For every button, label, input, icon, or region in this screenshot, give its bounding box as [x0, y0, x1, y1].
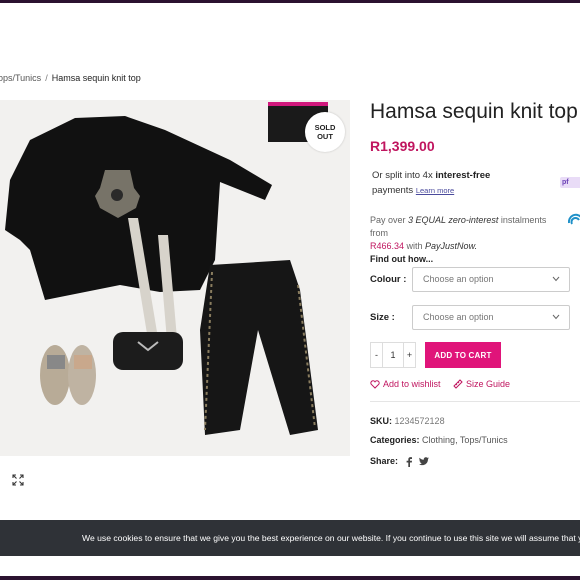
share-label: Share:	[370, 456, 399, 466]
breadcrumb-parent-link[interactable]: ops/Tunics	[0, 73, 41, 83]
expand-icon	[12, 474, 24, 486]
product-image[interactable]	[0, 100, 350, 456]
size-label: Size :	[370, 312, 395, 323]
add-to-cart-button[interactable]: ADD TO CART	[425, 342, 501, 368]
payflex-text-pre: Or split into 4x	[372, 170, 436, 181]
payflex-widget: Or split into 4x interest-free payments …	[372, 168, 562, 198]
payjustnow-logo-icon	[567, 213, 580, 225]
colour-select[interactable]: Choose an option	[412, 267, 570, 292]
size-guide-label: Size Guide	[466, 379, 511, 389]
quantity-plus-button[interactable]: +	[403, 342, 416, 368]
pjn-with: with	[404, 241, 426, 251]
pjn-line1-pre: Pay over	[370, 215, 409, 225]
ruler-icon	[453, 379, 463, 389]
colour-select-value: Choose an option	[423, 274, 494, 284]
bottom-bar	[0, 576, 580, 580]
cookie-notice-bar: We use cookies to ensure that we give yo…	[0, 520, 580, 556]
sold-out-badge: SOLD OUT	[305, 112, 345, 152]
top-bar	[0, 0, 580, 3]
size-select-value: Choose an option	[423, 312, 494, 322]
pjn-amount: R466.34	[370, 241, 405, 251]
add-to-wishlist-link[interactable]: Add to wishlist	[370, 379, 441, 389]
quantity-input[interactable]: 1	[383, 342, 403, 368]
categories-label: Categories:	[370, 435, 420, 445]
payjustnow-widget: Pay over 3 EQUAL zero-interest instalmen…	[370, 214, 565, 266]
product-price: R1,399.00	[370, 138, 435, 154]
size-label-text: Size	[370, 312, 390, 323]
sold-out-line1: SOLD	[314, 123, 336, 132]
share-row: Share:	[370, 456, 429, 467]
colour-label-text: Colour	[370, 274, 401, 285]
sku-row: SKU: 1234572128	[370, 416, 445, 426]
payflex-text-post: payments	[372, 185, 414, 196]
size-select[interactable]: Choose an option	[412, 305, 570, 330]
wishlist-label: Add to wishlist	[383, 379, 441, 389]
twitter-icon[interactable]	[418, 456, 429, 466]
quantity-stepper: - 1 +	[370, 342, 416, 368]
cookie-notice-text: We use cookies to ensure that we give yo…	[82, 533, 580, 543]
pjn-find-out-link[interactable]: Find out how...	[370, 254, 433, 264]
facebook-icon[interactable]	[405, 456, 413, 467]
pjn-line1-italic: 3 EQUAL zero-interest	[408, 215, 499, 225]
breadcrumb: ops/Tunics / Hamsa sequin knit top	[0, 73, 141, 83]
heart-icon	[370, 379, 380, 389]
categories-row: Categories: Clothing, Tops/Tunics	[370, 435, 508, 445]
payflex-text-bold: interest-free	[435, 170, 491, 181]
divider	[370, 401, 580, 402]
colour-label: Colour :	[370, 274, 407, 285]
category-link-clothing[interactable]: Clothing	[422, 435, 455, 445]
product-title: Hamsa sequin knit top	[370, 100, 578, 123]
payflex-learn-more-link[interactable]: Learn more	[416, 186, 454, 195]
product-photo-illustration	[0, 100, 350, 456]
breadcrumb-current: Hamsa sequin knit top	[51, 73, 141, 83]
expand-image-button[interactable]	[8, 470, 28, 490]
sold-out-line2: OUT	[317, 132, 333, 141]
chevron-down-icon	[552, 276, 560, 282]
sku-value: 1234572128	[394, 416, 445, 426]
payflex-logo: pf	[560, 177, 580, 188]
quantity-minus-button[interactable]: -	[370, 342, 383, 368]
category-link-tops[interactable]: Tops/Tunics	[460, 435, 508, 445]
chevron-down-icon	[552, 314, 560, 320]
sku-label: SKU:	[370, 416, 392, 426]
size-guide-link[interactable]: Size Guide	[453, 379, 510, 389]
breadcrumb-separator: /	[45, 73, 48, 83]
pjn-brand: PayJustNow.	[425, 241, 478, 251]
